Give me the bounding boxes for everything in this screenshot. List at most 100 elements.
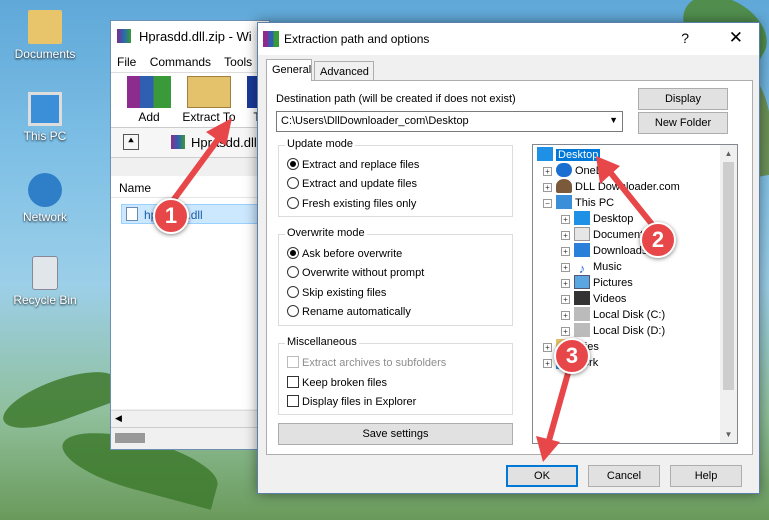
tree-item-local-disk-d[interactable]: + Local Disk (D:) [561, 323, 665, 339]
close-icon[interactable]: ✕ [729, 28, 743, 48]
menu-file[interactable]: File [117, 55, 136, 69]
radio-fresh-existing[interactable]: Fresh existing files only [287, 197, 416, 211]
expand-icon[interactable]: + [543, 359, 552, 368]
tree-vertical-scrollbar[interactable]: ▲ ▼ [720, 145, 737, 443]
radio-rename-automatically[interactable]: Rename automatically [287, 305, 411, 319]
tree-item-desktop[interactable]: + Desktop [561, 211, 633, 227]
tree-item-pictures[interactable]: + Pictures [561, 275, 633, 291]
network-icon [28, 173, 62, 207]
radio-unchecked[interactable] [287, 266, 299, 278]
menu-tools[interactable]: Tools [224, 55, 252, 69]
extract-to-button[interactable]: Extract To [179, 76, 239, 124]
desktop-icon-documents[interactable]: Documents [5, 10, 85, 61]
save-settings-button[interactable]: Save settings [278, 423, 513, 445]
scroll-thumb[interactable] [723, 162, 734, 390]
radio-unchecked[interactable] [287, 305, 299, 317]
help-button[interactable]: Help [670, 465, 742, 487]
chevron-down-icon[interactable]: ▼ [609, 115, 618, 125]
tree-item-this-pc[interactable]: − This PC [543, 195, 614, 211]
tree-item-documents[interactable]: + Documents [561, 227, 649, 243]
update-mode-group: Update mode Extract and replace files Ex… [278, 138, 513, 217]
tab-general[interactable]: General [266, 59, 312, 81]
desktop-icon-label: This PC [23, 129, 67, 143]
overwrite-mode-group: Overwrite mode Ask before overwrite Over… [278, 227, 513, 326]
check-display-in-explorer[interactable]: Display files in Explorer [287, 395, 416, 409]
tree-item-videos[interactable]: + Videos [561, 291, 626, 307]
menu-bar: File Commands Tools [111, 51, 269, 73]
palm-frond-decoration [0, 360, 124, 440]
desktop-icon-label: Documents [14, 47, 76, 61]
destination-label: Destination path (will be created if doe… [276, 93, 516, 105]
add-button[interactable]: Add [119, 76, 179, 124]
folder-tree[interactable]: Desktop + OneDr + DLL Downloader.com − This… [532, 144, 738, 444]
checkbox-unchecked[interactable] [287, 376, 299, 388]
window-title: Hprasdd.dll.zip - Wi [111, 21, 269, 51]
scroll-down-icon[interactable]: ▼ [720, 426, 737, 443]
horizontal-scrollbar[interactable]: ◀ [111, 410, 269, 427]
winrar-window: Hprasdd.dll.zip - Wi File Commands Tools… [110, 20, 277, 450]
radio-unchecked[interactable] [287, 177, 299, 189]
tree-item-local-disk-c[interactable]: + Local Disk (C:) [561, 307, 665, 323]
radio-skip-existing[interactable]: Skip existing files [287, 286, 386, 300]
tree-item-onedrive[interactable]: + OneDr [543, 163, 607, 179]
checkbox-disabled [287, 356, 299, 368]
new-folder-button[interactable]: New Folder [638, 112, 728, 134]
user-icon [556, 179, 572, 193]
extraction-dialog: Extraction path and options ? ✕ General … [257, 22, 760, 494]
radio-unchecked[interactable] [287, 197, 299, 209]
expand-icon[interactable]: + [561, 231, 570, 240]
dll-file-icon [126, 207, 138, 221]
computer-icon [556, 195, 572, 209]
expand-icon[interactable]: + [561, 215, 570, 224]
expand-icon[interactable]: + [561, 311, 570, 320]
menu-commands[interactable]: Commands [150, 55, 211, 69]
scroll-left-icon[interactable]: ◀ [115, 413, 122, 424]
destination-path-combo[interactable]: C:\Users\DllDownloader_com\Desktop ▼ [276, 111, 623, 132]
expand-icon[interactable]: + [561, 327, 570, 336]
cancel-button[interactable]: Cancel [588, 465, 660, 487]
radio-overwrite-without-prompt[interactable]: Overwrite without prompt [287, 266, 424, 280]
winrar-app-icon [117, 29, 131, 43]
dialog-titlebar: Extraction path and options ? ✕ [258, 23, 759, 55]
dialog-title: Extraction path and options [284, 32, 430, 46]
desktop-icon-recycle-bin[interactable]: Recycle Bin [5, 256, 85, 307]
drive-icon [574, 323, 590, 337]
radio-unchecked[interactable] [287, 286, 299, 298]
expand-icon[interactable]: + [561, 279, 570, 288]
help-icon[interactable]: ? [681, 30, 689, 46]
tree-item-music[interactable]: + ♪ Music [561, 259, 622, 276]
overwrite-mode-label: Overwrite mode [285, 227, 367, 239]
scroll-up-icon[interactable]: ▲ [720, 145, 737, 162]
pictures-icon [574, 275, 590, 289]
radio-extract-replace[interactable]: Extract and replace files [287, 158, 419, 172]
tree-item-desktop-root[interactable]: Desktop [537, 147, 601, 163]
expand-icon[interactable]: + [561, 295, 570, 304]
step-badge-2: 2 [640, 222, 676, 258]
expand-icon[interactable]: + [543, 343, 552, 352]
file-row[interactable]: hprasdd.dll [121, 204, 261, 224]
expand-icon[interactable]: + [543, 167, 552, 176]
radio-checked[interactable] [287, 247, 299, 259]
up-folder-icon[interactable]: ⯅ [123, 134, 139, 150]
check-keep-broken-files[interactable]: Keep broken files [287, 376, 387, 390]
tab-advanced[interactable]: Advanced [314, 61, 374, 81]
expand-icon[interactable]: + [543, 183, 552, 192]
display-button[interactable]: Display [638, 88, 728, 110]
checkbox-unchecked[interactable] [287, 395, 299, 407]
column-header-name[interactable]: Name [111, 176, 269, 198]
tree-item-user[interactable]: + DLL Downloader.com [543, 179, 680, 195]
desktop-icon-label: Recycle Bin [13, 293, 77, 307]
radio-ask-before-overwrite[interactable]: Ask before overwrite [287, 247, 402, 261]
radio-extract-update[interactable]: Extract and update files [287, 177, 417, 191]
radio-checked[interactable] [287, 158, 299, 170]
ok-button[interactable]: OK [506, 465, 578, 487]
collapse-icon[interactable]: − [543, 199, 552, 208]
desktop-icon-network[interactable]: Network [5, 173, 85, 224]
desktop-icon-this-pc[interactable]: This PC [5, 92, 85, 143]
expand-icon[interactable]: + [561, 263, 570, 272]
tree-item-downloads[interactable]: + Downloads [561, 243, 647, 259]
desktop-icon [537, 147, 553, 161]
check-extract-to-subfolders: Extract archives to subfolders [287, 356, 446, 370]
download-arrow-icon [574, 243, 590, 257]
expand-icon[interactable]: + [561, 247, 570, 256]
